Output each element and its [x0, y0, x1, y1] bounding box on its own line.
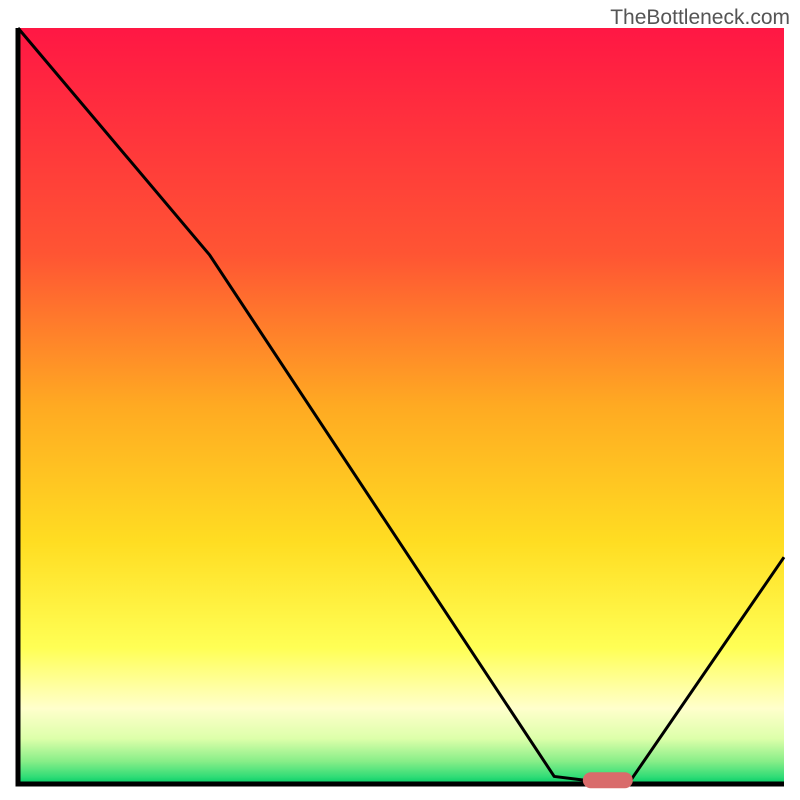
- chart-container: TheBottleneck.com: [0, 0, 800, 800]
- optimal-marker: [583, 772, 633, 788]
- watermark-text: TheBottleneck.com: [610, 6, 790, 30]
- bottleneck-chart: [0, 0, 800, 800]
- gradient-background: [18, 28, 784, 784]
